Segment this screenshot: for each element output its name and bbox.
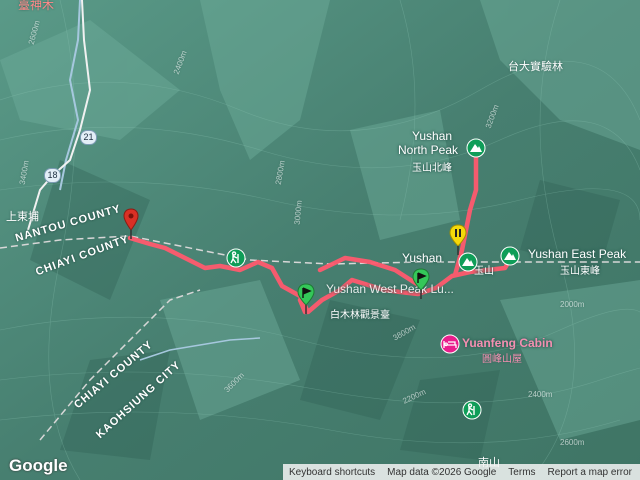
yushan-short-label: Yushan bbox=[402, 251, 443, 265]
map-canvas[interactable]: 臺神木 台大實驗林 上東埔 南山 NANTOU COUNTY CHIAYI CO… bbox=[0, 0, 640, 480]
top-cut-label: 臺神木 bbox=[18, 0, 55, 12]
keyboard-shortcuts-link[interactable]: Keyboard shortcuts bbox=[283, 467, 381, 478]
north-peak-label-2: North Peak bbox=[398, 143, 459, 157]
road-shield-21: 21 bbox=[80, 130, 97, 145]
road-shield-18: 18 bbox=[44, 168, 61, 183]
hiker-trail-icon[interactable] bbox=[226, 248, 246, 268]
green-flag-pin-icon-west[interactable] bbox=[297, 283, 315, 315]
west-peak-label: Yushan West Peak Lu... bbox=[326, 282, 454, 296]
google-logo: Google bbox=[9, 456, 68, 475]
north-peak-label-1: Yushan bbox=[412, 129, 453, 143]
shangdongpu-label: 上東埔 bbox=[6, 211, 39, 223]
south-hiker-icon[interactable] bbox=[462, 400, 482, 420]
green-flag-pin-icon-east[interactable] bbox=[412, 268, 430, 300]
elevation-label: 2400m bbox=[528, 390, 553, 399]
elevation-label: 2000m bbox=[560, 300, 585, 309]
map-data-label: Map data ©2026 Google bbox=[387, 466, 497, 478]
cabin-label: Yuanfeng Cabin bbox=[462, 336, 553, 350]
report-map-error-link[interactable]: Report a map error bbox=[542, 467, 638, 478]
east-peak-mountain-icon[interactable] bbox=[500, 246, 520, 266]
cabin-bed-icon[interactable] bbox=[440, 334, 460, 354]
north-peak-mountain-icon[interactable] bbox=[466, 138, 486, 158]
baimu-label-cn: 白木林觀景臺 bbox=[330, 310, 390, 321]
forest-label: 台大實驗林 bbox=[508, 61, 563, 73]
north-peak-label-cn: 玉山北峰 bbox=[412, 163, 452, 174]
east-peak-label-cn: 玉山東峰 bbox=[560, 266, 600, 277]
attribution-bar: Keyboard shortcuts Map data ©2026 Google… bbox=[283, 464, 640, 480]
east-peak-label: Yushan East Peak bbox=[528, 247, 627, 261]
yellow-pause-pin-icon[interactable] bbox=[449, 224, 467, 256]
elevation-label: 2600m bbox=[560, 438, 585, 447]
start-red-pin-icon[interactable] bbox=[123, 208, 139, 240]
terms-link[interactable]: Terms bbox=[502, 467, 541, 478]
cabin-label-cn: 圓峰山屋 bbox=[482, 354, 522, 365]
